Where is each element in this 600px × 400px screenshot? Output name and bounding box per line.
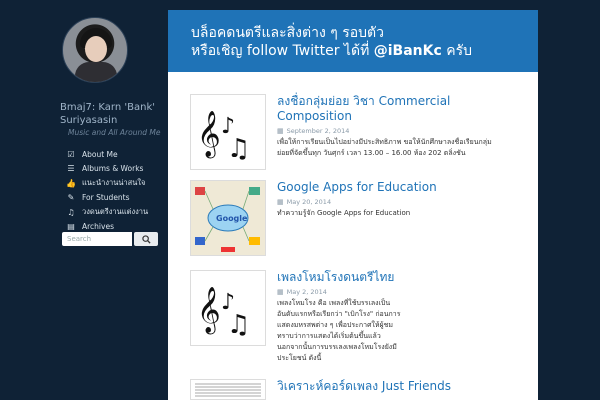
svg-text:♫: ♫ <box>227 134 250 164</box>
banner-text: หรือเชิญ follow Twitter ได้ที่ <box>191 43 370 59</box>
menu-item-label: วงดนตรีงานแต่งงาน <box>82 207 149 217</box>
menu-item-label: For Students <box>82 193 130 203</box>
avatar[interactable] <box>62 17 128 83</box>
menu-item-wedding-band[interactable]: ♫ วงดนตรีงานแต่งงาน <box>66 205 148 220</box>
post-excerpt: ทำความรู้จัก Google Apps for Education <box>277 209 411 217</box>
archive-icon: ▤ <box>67 222 75 232</box>
post-title-link[interactable]: ลงชื่อกลุ่มย่อย วิชา Commercial Composit… <box>277 94 501 124</box>
svg-text:𝄞: 𝄞 <box>197 111 221 159</box>
banner-line-1: บล็อคดนตรีและสิ่งต่าง ๆ รอบตัว <box>191 25 384 41</box>
sheet-music-thumbnail <box>195 383 261 397</box>
calendar-icon: ▦ <box>277 127 284 135</box>
post-excerpt: เพลงโหมโรง คือ เพลงที่ใช้บรรเลงเป็นอันดั… <box>277 299 401 362</box>
music-note-icon: ♫ <box>67 207 75 217</box>
svg-text:𝄞: 𝄞 <box>197 287 221 335</box>
twitter-handle-link[interactable]: @iBanKc <box>374 43 442 59</box>
banner-line-2: หรือเชิญ follow Twitter ได้ที่ @iBanKc ค… <box>191 42 538 60</box>
music-notes-icon: 𝄞 ♪ ♫ <box>197 111 250 164</box>
menu-item-label: Archives <box>82 222 114 232</box>
post-title-link[interactable]: Google Apps for Education <box>277 180 501 195</box>
list-icon: ☰ <box>67 164 75 174</box>
sidebar-menu: ☑ About Me ☰ Albums & Works 👍 แนะนำงานน่… <box>66 147 148 234</box>
check-square-icon: ☑ <box>67 149 75 159</box>
menu-item-albums-works[interactable]: ☰ Albums & Works <box>66 162 148 177</box>
search-input[interactable] <box>62 232 132 246</box>
post-date[interactable]: May 2, 2014 <box>287 288 327 296</box>
menu-item-label: แนะนำงานน่าสนใจ <box>82 178 146 188</box>
post-thumbnail[interactable]: Google <box>190 180 266 256</box>
pencil-icon: ✎ <box>67 193 75 203</box>
search-form <box>62 232 158 246</box>
menu-item-recommended[interactable]: 👍 แนะนำงานน่าสนใจ <box>66 176 148 191</box>
site-title[interactable]: Bmaj7: Karn 'Bank' Suriyasasin <box>60 101 162 127</box>
menu-item-about-me[interactable]: ☑ About Me <box>66 147 148 162</box>
post-excerpt: เพื่อให้การเรียนเป็นไปอย่างมีประสิทธิภาพ… <box>277 138 492 157</box>
post-thumbnail[interactable]: 𝄞 ♪ ♫ <box>190 270 266 346</box>
main-content: บล็อคดนตรีและสิ่งต่าง ๆ รอบตัว หรือเชิญ … <box>168 10 538 400</box>
sidebar: Bmaj7: Karn 'Bank' Suriyasasin Music and… <box>0 0 168 400</box>
svg-text:Google: Google <box>216 214 248 223</box>
post-thumbnail[interactable]: 𝄞 ♪ ♫ <box>190 94 266 170</box>
banner-text: ครับ <box>446 43 473 59</box>
search-button[interactable] <box>134 232 158 246</box>
header-banner: บล็อคดนตรีและสิ่งต่าง ๆ รอบตัว หรือเชิญ … <box>168 10 538 72</box>
svg-text:♫: ♫ <box>227 310 250 340</box>
search-icon <box>141 234 151 244</box>
music-notes-icon: 𝄞 ♪ ♫ <box>197 287 250 340</box>
menu-item-for-students[interactable]: ✎ For Students <box>66 191 148 206</box>
menu-item-label: About Me <box>82 149 118 159</box>
post-date[interactable]: September 2, 2014 <box>287 127 350 135</box>
post-title-link[interactable]: วิเคราะห์คอร์ดเพลง Just Friends <box>277 379 501 394</box>
thumbs-up-icon: 👍 <box>66 178 76 188</box>
site-tagline: Music and All Around Me <box>68 128 161 137</box>
calendar-icon: ▦ <box>277 198 284 206</box>
menu-item-label: Albums & Works <box>82 164 144 174</box>
post-date[interactable]: May 20, 2014 <box>287 198 331 206</box>
post-thumbnail[interactable] <box>190 379 266 400</box>
google-apps-diagram: Google <box>191 181 265 255</box>
calendar-icon: ▦ <box>277 288 284 296</box>
post-title-link[interactable]: เพลงโหมโรงดนตรีไทย <box>277 270 501 285</box>
